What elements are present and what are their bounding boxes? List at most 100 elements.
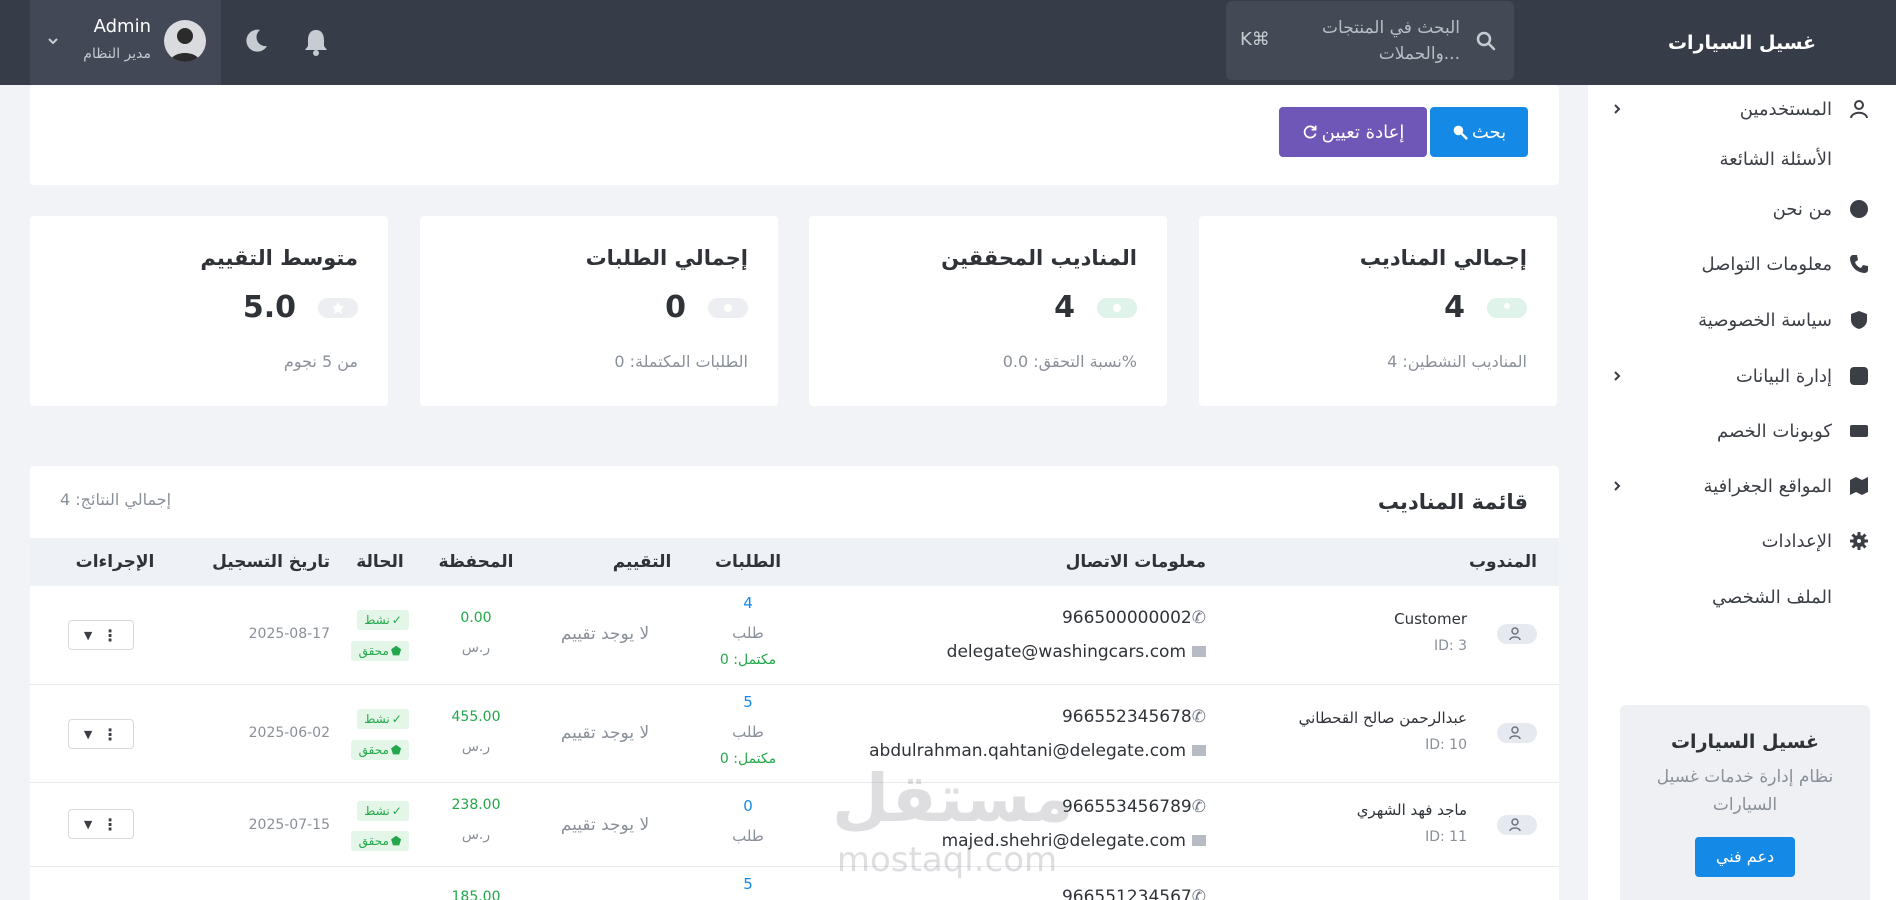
chevron-down-icon: ▼ [83,727,93,741]
stat-title: متوسط التقييم [200,246,358,270]
reset-button[interactable]: إعادة تعيين [1279,107,1427,157]
envelope-icon [1192,745,1206,756]
sidebar-item-coupons[interactable]: كوبونات الخصم [1610,416,1870,446]
sidebar-item-faq[interactable]: الأسئلة الشائعة [1610,144,1870,174]
delegate-id: ID: 10 [1425,737,1467,753]
phone-icon [1848,253,1870,275]
column-header: الحالة [356,552,404,572]
stat-value: 0 [665,290,686,325]
wallet-amount: 455.00 [451,709,501,725]
chevron-down-icon: ▼ [83,628,93,642]
card-subtitle: نظام إدارة خدمات غسيل السيارات [1656,767,1834,815]
cart-icon [708,298,748,318]
sidebar-item-privacy[interactable]: سياسة الخصوصية [1610,305,1870,335]
stat-subtitle: من 5 نجوم [283,352,358,371]
brand-title[interactable]: غسيل السيارات [1588,0,1896,85]
table-row[interactable]: 966551234567✆ 5 185.00 [30,867,1559,900]
chevron-left-icon [1614,104,1621,114]
row-actions-dropdown[interactable]: ▼ ⋮ [68,719,134,749]
more-icon: ⋮ [102,724,119,744]
check-icon: ✓ [391,804,402,818]
table-row[interactable]: ماجد فهد الشهري ID: 11 966553456789✆ maj… [30,783,1559,867]
sidebar-item-locations[interactable]: المواقع الجغرافية [1610,471,1870,501]
table-row[interactable]: عبدالرحمن صالح القحطاني ID: 10 966552345… [30,685,1559,783]
search-button[interactable]: بحث [1430,107,1528,157]
orders-completed: مكتمل: 0 [719,751,777,767]
sidebar-item-label: إدارة البيانات [1735,365,1832,387]
orders-label: طلب [732,723,764,741]
orders-count[interactable]: 4 [698,594,798,612]
sidebar-item-label: من نحن [1772,198,1832,220]
sidebar-item-contact[interactable]: معلومات التواصل [1610,249,1870,279]
card-title: غسيل السيارات [1670,731,1820,753]
delegate-phone: 966553456789✆ [1061,797,1206,817]
column-header: تاريخ التسجيل [212,552,330,572]
registration-date: 2025-06-02 [248,725,330,741]
chevron-left-icon [1614,481,1621,491]
delegate-phone: 966552345678✆ [1061,707,1206,727]
sidebar-item-label: الإعدادات [1761,530,1832,552]
stat-value: 5.0 [242,290,296,325]
orders-count[interactable]: 0 [698,797,798,815]
column-header: الطلبات [714,552,782,572]
verified-badge: محقق ⬟ [351,641,409,661]
stat-card-total-delegates: إجمالي المناديب 4 المناديب النشطين: 4 [1199,216,1557,406]
chevron-down-icon: ▼ [83,817,93,831]
chevron-down-icon [48,38,58,45]
sidebar-item-about[interactable]: من نحن [1610,194,1870,224]
envelope-icon [1192,646,1206,657]
column-header: الإجراءات [75,552,155,572]
list-title: قائمة المناديب [1377,490,1528,514]
rating-value: لا يوجد تقييم [560,723,650,743]
chevron-left-icon [1614,371,1621,381]
ticket-icon [1848,420,1870,442]
column-header: معلومات الاتصال [1065,552,1206,572]
support-button[interactable]: دعم فني [1695,837,1795,877]
sidebar-item-label: سياسة الخصوصية [1698,309,1832,331]
table-header: المندوب معلومات الاتصال الطلبات التقييم … [30,538,1559,586]
database-icon [1848,365,1870,387]
user-menu[interactable]: Admin مدير النظام [30,0,221,85]
phone-icon: ✆ [1191,707,1206,727]
sidebar-item-settings[interactable]: الإعدادات [1610,526,1870,556]
table-row[interactable]: Customer ID: 3 966500000002✆ delegate@wa… [30,586,1559,685]
search-button-label: بحث [1471,121,1507,143]
search-shortcut: K⌘ [1240,29,1270,50]
global-search-input[interactable]: البحث في المنتجات والحملات... K⌘ [1226,1,1514,80]
orders-count[interactable]: 5 [698,875,798,893]
sidebar-info-card: غسيل السيارات نظام إدارة خدمات غسيل السي… [1620,705,1870,900]
delegate-email: abdulrahman.qahtani@delegate.com [869,741,1206,761]
sidebar-item-label: المواقع الجغرافية [1703,475,1832,497]
map-icon [1848,475,1870,497]
wallet-amount: 0.00 [460,610,492,626]
wallet-amount: 185.00 [451,889,501,900]
wallet-currency: ر.س [461,827,491,843]
sidebar-item-profile[interactable]: الملف الشخصي [1610,582,1870,612]
delegate-name: عبدالرحمن صالح القحطاني [1298,709,1467,727]
column-header: المندوب [1468,552,1537,572]
moon-icon[interactable] [243,28,269,54]
bell-icon[interactable] [303,28,329,56]
orders-count[interactable]: 5 [698,693,798,711]
shield-icon: ⬟ [390,743,402,757]
orders-label: طلب [732,624,764,642]
stat-card-verified-delegates: المناديب المحققين 4 نسبة التحقق: 0.0% [809,216,1167,406]
status-badge: نشط ✓ [357,801,409,821]
verified-badge: محقق ⬟ [351,740,409,760]
column-header: التقييم [612,552,672,572]
shield-icon [1848,309,1870,331]
sidebar-item-label: المستخدمين [1739,98,1832,120]
users-icon [1487,298,1527,318]
row-actions-dropdown[interactable]: ▼ ⋮ [68,809,134,839]
sidebar-item-data-management[interactable]: إدارة البيانات [1610,361,1870,391]
sidebar-item-users[interactable]: المستخدمين [1610,94,1870,124]
user-avatar-icon [1497,624,1537,644]
sidebar-item-label: كوبونات الخصم [1716,420,1832,442]
gear-icon [1848,530,1870,552]
check-icon [1097,298,1137,318]
circle-icon [1848,198,1870,220]
status-badge: نشط ✓ [357,709,409,729]
row-actions-dropdown[interactable]: ▼ ⋮ [68,620,134,650]
delegate-email: majed.shehri@delegate.com [942,831,1206,851]
orders-label: طلب [732,827,764,845]
